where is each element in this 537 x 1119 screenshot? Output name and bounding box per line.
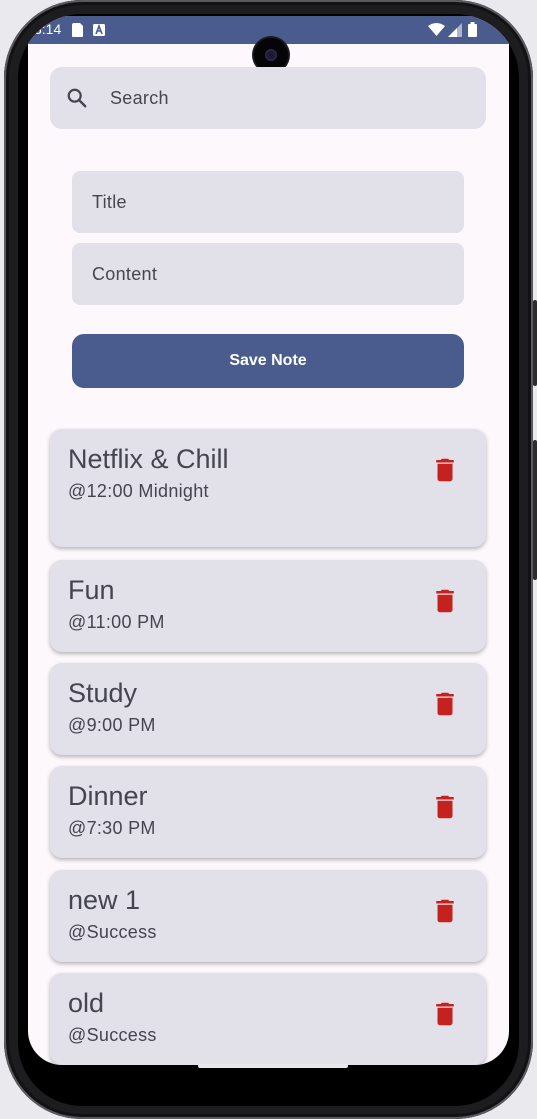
note-title: new 1	[68, 885, 141, 915]
search-icon	[67, 88, 87, 108]
trash-icon	[436, 589, 454, 613]
power-button	[533, 300, 537, 386]
wifi-icon	[428, 23, 445, 36]
phone-bezel: 3:14 Search Title Content Save Note Netf…	[18, 14, 519, 1106]
note-subtitle: @Success	[68, 922, 157, 942]
delete-note-button[interactable]	[430, 455, 460, 485]
note-subtitle: @11:00 PM	[68, 612, 165, 632]
note-subtitle: @9:00 PM	[68, 715, 156, 735]
search-input[interactable]	[108, 67, 468, 129]
trash-icon	[436, 795, 454, 819]
delete-note-button[interactable]	[430, 689, 460, 719]
trash-icon	[436, 458, 454, 482]
battery-icon	[468, 22, 477, 37]
note-card[interactable]: Netflix & Chill @12:00 Midnight	[50, 429, 486, 547]
note-card[interactable]: new 1 @Success	[50, 870, 486, 962]
phone-frame: 3:14 Search Title Content Save Note Netf…	[4, 0, 537, 1119]
sim-card-icon	[72, 23, 83, 37]
delete-note-button[interactable]	[430, 792, 460, 822]
trash-icon	[436, 899, 454, 923]
note-subtitle: @7:30 PM	[68, 818, 156, 838]
cellular-signal-icon	[448, 23, 462, 37]
note-title: Fun	[68, 575, 115, 605]
volume-button	[533, 440, 537, 580]
note-title: Dinner	[68, 781, 148, 811]
content-field[interactable]	[72, 243, 464, 305]
title-input[interactable]	[90, 171, 450, 233]
status-time: 3:14	[34, 21, 62, 37]
note-title: old	[68, 988, 105, 1018]
delete-note-button[interactable]	[430, 586, 460, 616]
note-title: Netflix & Chill	[68, 444, 229, 474]
save-note-button[interactable]: Save Note	[72, 334, 464, 388]
trash-icon	[436, 1002, 454, 1026]
delete-note-button[interactable]	[430, 999, 460, 1029]
note-subtitle: @Success	[68, 1025, 157, 1045]
note-card[interactable]: Dinner @7:30 PM	[50, 766, 486, 858]
search-bar[interactable]	[50, 67, 486, 129]
title-field[interactable]	[72, 171, 464, 233]
note-subtitle: @12:00 Midnight	[68, 481, 209, 501]
note-card[interactable]: old @Success	[50, 973, 486, 1065]
note-title: Study	[68, 678, 138, 708]
a-badge-icon	[93, 24, 105, 36]
note-card[interactable]: Fun @11:00 PM	[50, 560, 486, 652]
app-screen: 3:14 Search Title Content Save Note Netf…	[28, 16, 509, 1065]
home-indicator[interactable]	[198, 1064, 348, 1068]
trash-icon	[436, 692, 454, 716]
note-card[interactable]: Study @9:00 PM	[50, 663, 486, 755]
content-input[interactable]	[90, 243, 450, 305]
delete-note-button[interactable]	[430, 896, 460, 926]
